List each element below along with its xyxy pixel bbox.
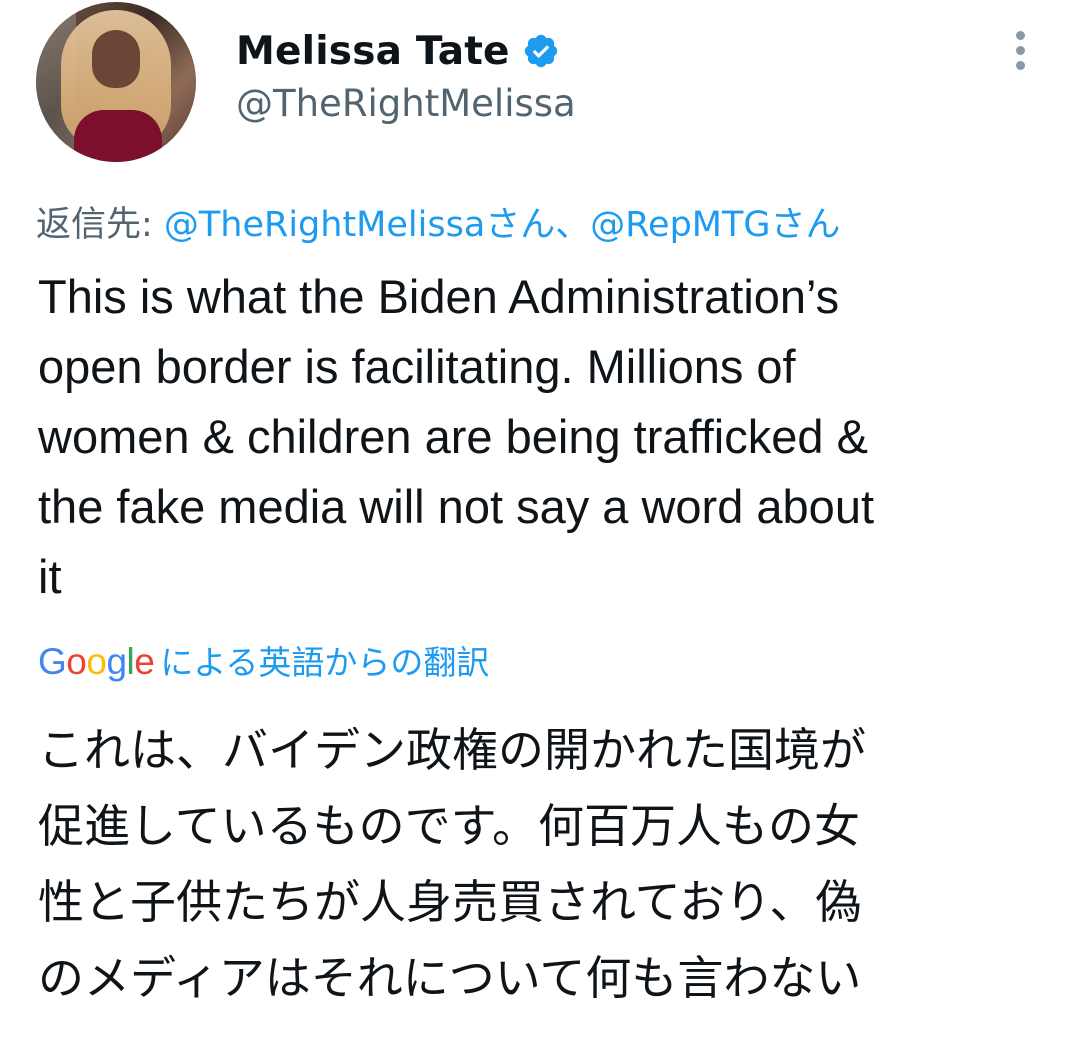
reply-mention-repmtg[interactable]: @RepMTGさん	[590, 205, 840, 245]
reply-to-row: 返信先: @TheRightMelissaさん、@RepMTGさん	[36, 196, 841, 247]
reply-to-prefix: 返信先:	[36, 205, 164, 245]
author-handle[interactable]: @TheRightMelissa	[236, 82, 576, 125]
tweet-text: This is what the Biden Administration’s …	[38, 270, 875, 603]
avatar-dress	[74, 110, 162, 162]
google-logo-letter: G	[38, 641, 67, 682]
more-dot-icon	[1015, 30, 1025, 40]
translation-label: による英語からの翻訳	[160, 643, 490, 682]
more-options-button[interactable]	[1000, 30, 1040, 70]
reply-mention-therightmelissa[interactable]: @TheRightMelissaさん	[164, 205, 555, 245]
avatar[interactable]	[36, 2, 196, 162]
author-name-row: Melissa Tate	[236, 26, 560, 76]
reply-separator: 、	[555, 205, 591, 245]
translated-tweet-text: これは、バイデン政権の開かれた国境が 促進しているものです。何百万人もの女 性と…	[38, 723, 866, 1005]
verified-badge-icon	[522, 32, 560, 70]
google-logo-letter: o	[86, 641, 107, 682]
google-logo: Google	[38, 641, 155, 683]
google-logo-letter: g	[106, 641, 127, 682]
tweet-card: Melissa Tate @TheRightMelissa 返信先: @TheR…	[0, 0, 1080, 1040]
author-display-name[interactable]: Melissa Tate	[236, 29, 510, 74]
more-dot-icon	[1015, 45, 1025, 55]
google-logo-letter: o	[66, 641, 87, 682]
translation-attribution[interactable]: Google による英語からの翻訳	[38, 636, 489, 684]
google-logo-letter: e	[134, 641, 155, 682]
more-dot-icon	[1015, 60, 1025, 70]
avatar-face	[92, 30, 140, 88]
